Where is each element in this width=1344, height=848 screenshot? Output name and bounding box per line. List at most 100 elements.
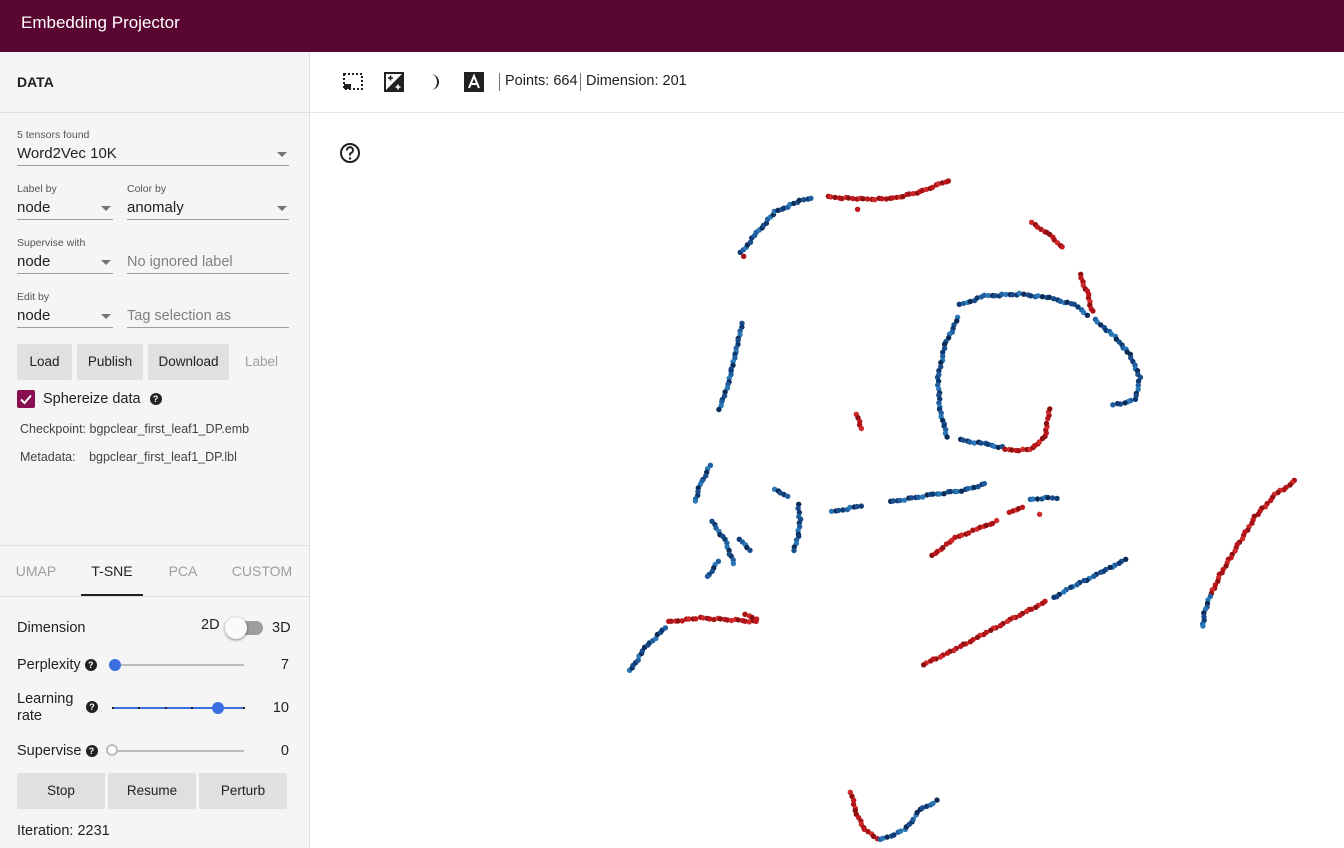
slider-tick [112, 707, 114, 709]
edit-by-select[interactable]: Edit by node [17, 291, 113, 328]
embedding-point[interactable] [1043, 420, 1050, 427]
embedding-point[interactable] [741, 253, 747, 259]
toolbar-separator [580, 73, 581, 91]
embedding-point[interactable] [1090, 308, 1096, 314]
help-icon[interactable]: ? [84, 659, 97, 672]
moon-icon[interactable] [423, 71, 445, 93]
embedding-point[interactable] [1036, 511, 1043, 517]
embedding-point[interactable] [1028, 293, 1034, 299]
chevron-down-icon [277, 152, 287, 157]
chevron-down-icon [101, 314, 111, 319]
embedding-point[interactable] [1200, 623, 1206, 629]
embedding-point[interactable] [934, 797, 940, 803]
ignored-label-input[interactable]: No ignored label [127, 237, 289, 274]
dimension-2d-label: 2D [201, 617, 220, 633]
embedding-point[interactable] [994, 517, 1000, 524]
perturb-button[interactable]: Perturb [199, 773, 287, 809]
checkpoint-value: bgpclear_first_leaf1_DP.emb [89, 422, 250, 436]
tab-pca[interactable]: PCA [152, 546, 214, 596]
learning-rate-value: 10 [272, 700, 289, 716]
label-by-select[interactable]: Label by node [17, 183, 113, 220]
help-icon[interactable]: ? [149, 393, 162, 406]
embedding-point[interactable] [1051, 594, 1057, 600]
embedding-point[interactable] [921, 662, 927, 668]
embedding-point[interactable] [808, 195, 814, 201]
label-button[interactable]: Label [234, 344, 289, 380]
color-by-label: Color by [127, 183, 167, 195]
load-button[interactable]: Load [17, 344, 72, 380]
embedding-point[interactable] [858, 503, 864, 509]
night-mode-contrast-icon[interactable] [383, 71, 405, 93]
select-box-icon[interactable] [342, 71, 364, 93]
perplexity-label: Perplexity [17, 657, 81, 673]
edit-by-value: node [17, 307, 51, 324]
supervise-slider-track[interactable] [112, 750, 244, 752]
embedding-point[interactable] [1035, 293, 1041, 299]
embedding-point[interactable] [692, 498, 699, 504]
chevron-down-icon [101, 206, 111, 211]
sphereize-label: Sphereize data [43, 391, 141, 407]
dimension-label: Dimension [17, 620, 86, 636]
embedding-point[interactable] [1084, 312, 1091, 318]
embedding-point[interactable] [1039, 294, 1046, 300]
embedding-point[interactable] [1114, 400, 1121, 407]
embedding-scatter-plot[interactable] [310, 113, 1344, 848]
label-by-value: node [17, 199, 51, 216]
embedding-point[interactable] [944, 434, 950, 440]
perplexity-value: 7 [280, 657, 289, 673]
metadata-key: Metadata: [20, 450, 76, 464]
embedding-point[interactable] [1016, 290, 1022, 296]
embedding-point[interactable] [753, 616, 760, 622]
perplexity-slider-thumb[interactable] [108, 659, 121, 671]
embedding-point[interactable] [704, 573, 711, 579]
learning-rate-slider-track[interactable] [112, 707, 244, 709]
embedding-point[interactable] [791, 547, 797, 554]
embedding-point[interactable] [1132, 396, 1139, 402]
resume-button[interactable]: Resume [108, 773, 196, 809]
sphereize-checkbox[interactable] [17, 390, 35, 408]
embedding-point[interactable] [1110, 402, 1116, 408]
ignored-label-placeholder: No ignored label [127, 251, 289, 274]
tab-umap[interactable]: UMAP [0, 546, 72, 596]
help-icon[interactable]: ? [85, 745, 98, 758]
tensor-select[interactable]: 5 tensors found Word2Vec 10K [17, 129, 289, 166]
slider-tick [243, 707, 245, 709]
embedding-point[interactable] [1019, 504, 1026, 510]
embedding-point[interactable] [945, 178, 952, 184]
stop-button[interactable]: Stop [17, 773, 105, 809]
embedding-point[interactable] [730, 560, 737, 567]
tensor-select-value: Word2Vec 10K [17, 145, 117, 162]
supervise-with-select[interactable]: Supervise with node [17, 237, 113, 274]
tab-tsne[interactable]: T-SNE [81, 546, 143, 596]
embedding-point[interactable] [854, 206, 861, 212]
embedding-point[interactable] [716, 406, 722, 413]
embedding-point[interactable] [693, 616, 699, 622]
embedding-point[interactable] [978, 440, 984, 446]
tab-custom[interactable]: CUSTOM [226, 546, 298, 596]
perplexity-slider-track[interactable] [112, 664, 244, 666]
tag-selection-input[interactable]: Tag selection as [127, 291, 289, 328]
publish-button[interactable]: Publish [77, 344, 143, 380]
embedding-point[interactable] [1122, 400, 1128, 406]
supervise-slider-thumb[interactable] [106, 744, 118, 756]
embedding-point[interactable] [1054, 495, 1060, 502]
slider-tick [165, 707, 167, 709]
embedding-point[interactable] [898, 828, 904, 834]
download-button[interactable]: Download [148, 344, 229, 380]
embedding-point[interactable] [747, 547, 753, 553]
embedding-point[interactable] [1047, 406, 1053, 412]
iteration-count: Iteration: 2231 [17, 823, 110, 839]
label-a-icon[interactable] [463, 71, 485, 93]
embedding-point[interactable] [662, 625, 669, 631]
app-title: Embedding Projector [21, 13, 180, 32]
chevron-down-icon [101, 260, 111, 265]
embedding-point[interactable] [1059, 244, 1065, 250]
embedding-point[interactable] [981, 480, 988, 487]
help-icon[interactable]: ? [86, 701, 98, 713]
embedding-point[interactable] [858, 425, 865, 432]
dimension-toggle-knob[interactable] [225, 617, 247, 639]
top-bar: Embedding Projector [0, 0, 1344, 52]
learning-rate-slider-thumb[interactable] [211, 702, 224, 714]
embedding-point[interactable] [785, 493, 791, 499]
color-by-select[interactable]: Color by anomaly [127, 183, 289, 220]
